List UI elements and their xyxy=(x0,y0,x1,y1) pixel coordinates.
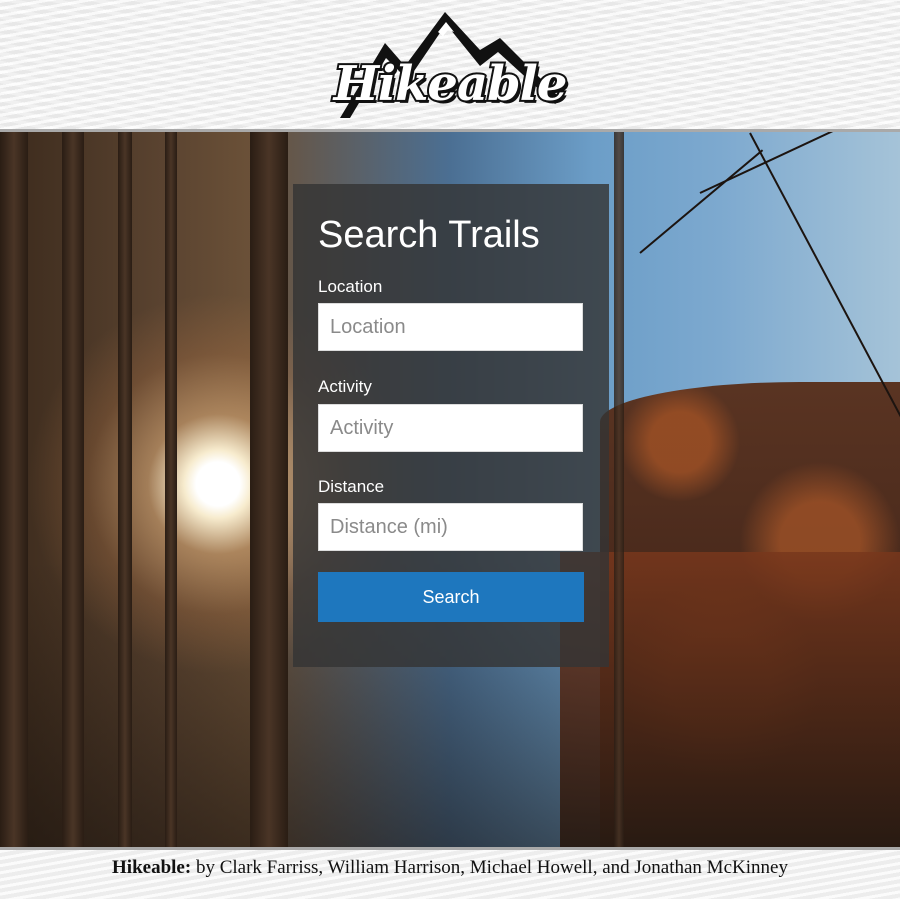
footer-brand: Hikeable: xyxy=(112,857,192,878)
activity-label: Activity xyxy=(318,377,372,396)
tree-branch xyxy=(749,132,900,425)
tree-trunk xyxy=(614,132,624,847)
search-trails-panel: Search Trails Location Activity Distance… xyxy=(293,184,609,667)
logo-text: Hikeable xyxy=(332,54,570,114)
site-header: Hikeable xyxy=(0,0,900,132)
distance-label: Distance xyxy=(318,477,385,496)
tree-trunk xyxy=(0,132,28,847)
location-input[interactable] xyxy=(318,303,583,351)
search-button[interactable]: Search xyxy=(318,572,584,622)
tree-trunk xyxy=(250,132,288,847)
site-logo[interactable]: Hikeable xyxy=(330,8,570,128)
panel-title: Search Trails xyxy=(318,214,540,256)
autumn-hillside-lower xyxy=(560,552,900,847)
tree-trunk xyxy=(62,132,84,847)
site-footer: Hikeable: by Clark Farriss, William Harr… xyxy=(0,847,900,899)
tree-branch xyxy=(699,132,882,194)
tree-trunk xyxy=(165,132,177,847)
location-label: Location xyxy=(318,277,383,296)
tree-trunk xyxy=(118,132,132,847)
activity-input[interactable] xyxy=(318,404,583,452)
tree-branch xyxy=(639,149,764,254)
distance-input[interactable] xyxy=(318,503,583,551)
footer-credits: by Clark Farriss, William Harrison, Mich… xyxy=(191,857,788,878)
